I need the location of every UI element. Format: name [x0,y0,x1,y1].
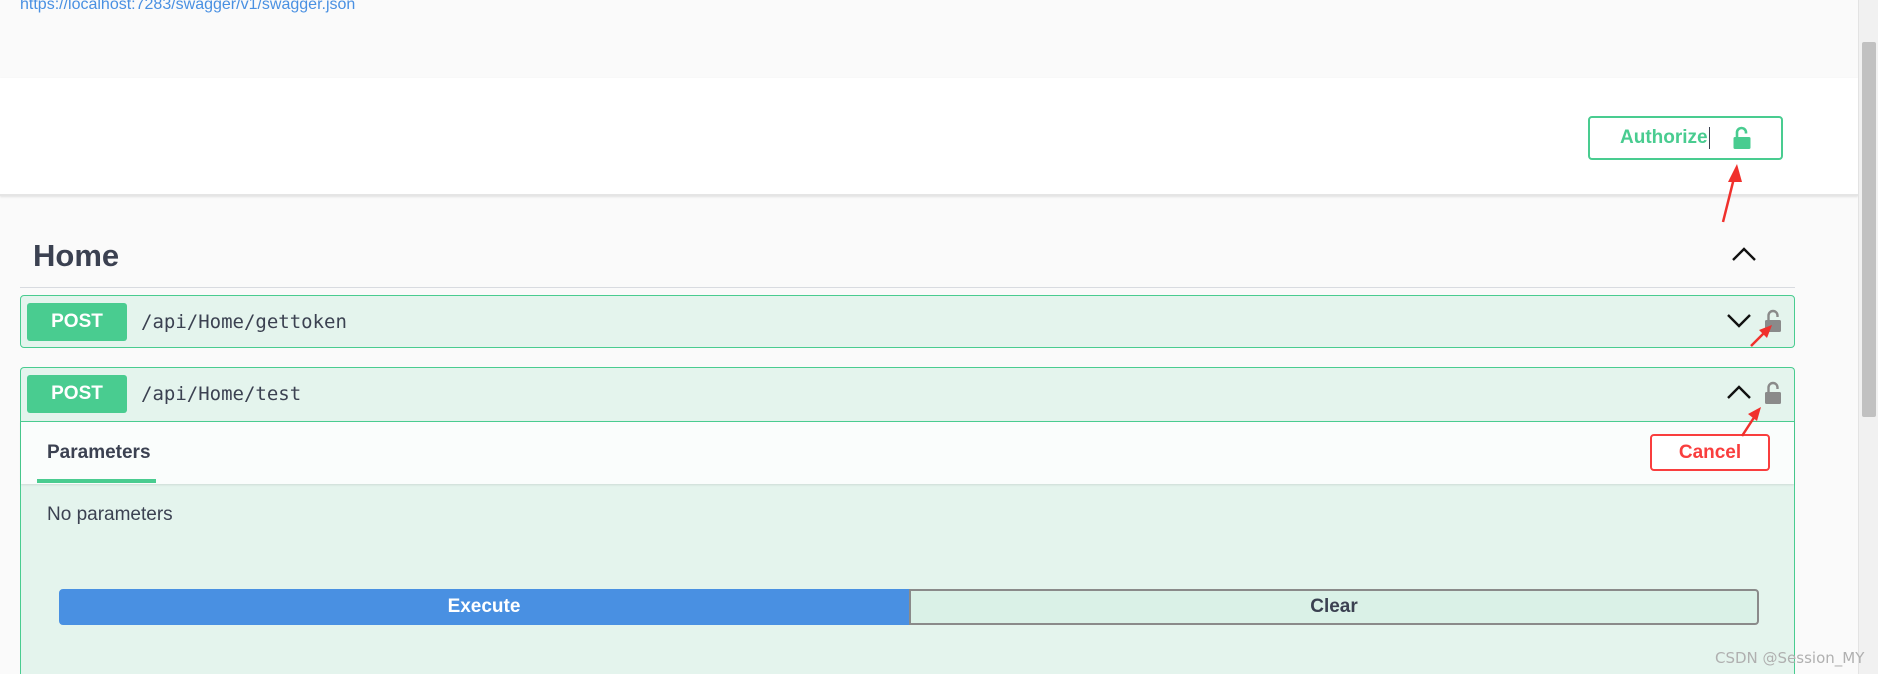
scrollbar-thumb[interactable] [1862,42,1876,417]
execute-button[interactable]: Execute [59,589,909,625]
lock-open-icon[interactable] [1764,381,1782,410]
method-badge: POST [27,375,127,413]
clear-button[interactable]: Clear [909,589,1759,625]
chevron-up-icon[interactable] [1726,384,1752,405]
watermark: CSDN @Session_MY [1715,649,1865,667]
section-header: Parameters Cancel [21,421,1794,484]
tag-title: Home [33,238,120,273]
text-caret [1708,127,1710,149]
lock-open-icon [1732,126,1752,156]
opblock-summary[interactable]: POST /api/Home/test [21,368,1794,421]
operation-path: /api/Home/gettoken [141,311,347,333]
operation-path: /api/Home/test [141,383,302,405]
chevron-up-icon[interactable] [1731,246,1757,267]
tab-parameters[interactable]: Parameters [47,442,151,464]
annotation-arrow-authorize [1721,164,1742,223]
no-parameters-text: No parameters [47,504,173,525]
authorize-button[interactable]: Authorize [1588,116,1783,160]
opblock-summary[interactable]: POST /api/Home/gettoken [21,296,1794,349]
scheme-container [0,78,1858,196]
scrollbar[interactable] [1858,0,1878,674]
annotation-arrow-op1 [1750,325,1772,347]
tag-section-home[interactable]: Home [20,228,1795,288]
authorize-label: Authorize [1620,127,1708,148]
execute-wrapper: Execute Clear [59,589,1759,625]
opblock-post-test[interactable]: POST /api/Home/test Parameters Cancel No… [20,367,1795,674]
annotation-arrow-op2 [1740,407,1761,437]
method-badge: POST [27,303,127,341]
opblock-post-gettoken[interactable]: POST /api/Home/gettoken [20,295,1795,348]
tab-active-indicator [37,479,156,483]
info-section: https://localhost:7283/swagger/v1/swagge… [0,0,1858,78]
spec-url-link[interactable]: https://localhost:7283/swagger/v1/swagge… [20,0,355,14]
